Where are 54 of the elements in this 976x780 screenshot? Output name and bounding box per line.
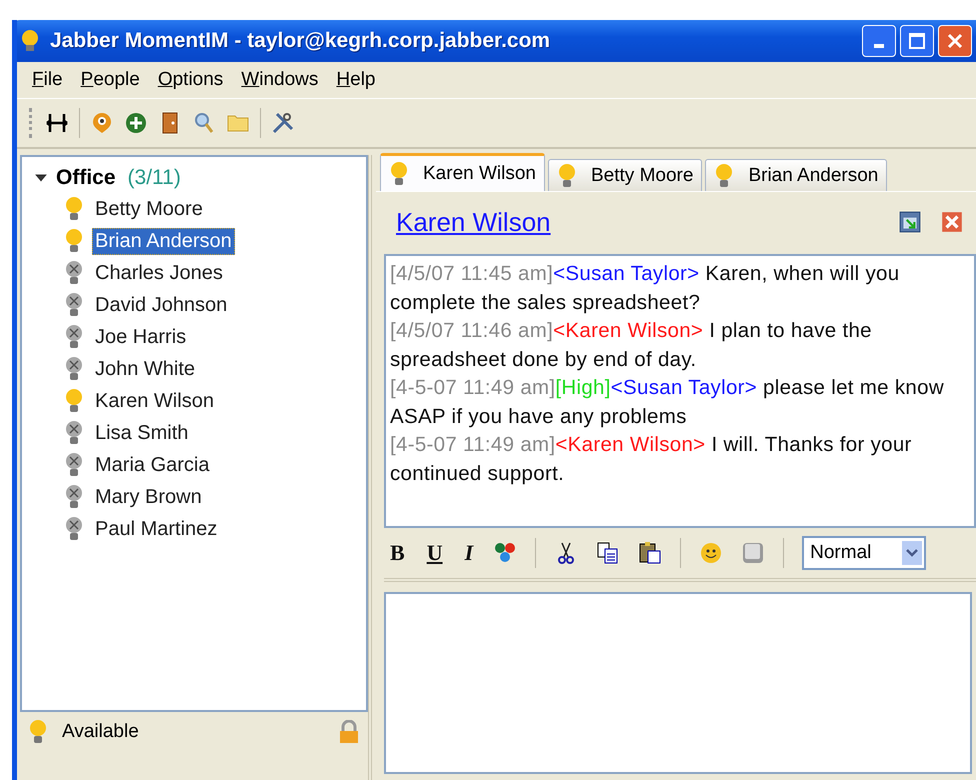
chat-message: [4/5/07 11:45 am]<Susan Taylor> Karen, when will you complete the sales spreadsheet? [390, 261, 900, 316]
menu-item[interactable]: Help [327, 69, 384, 91]
contact-item[interactable]: Mary Brown [92, 484, 205, 510]
copy-icon[interactable] [596, 541, 620, 565]
text-style-dropdown[interactable]: Normal [802, 536, 926, 570]
contact-item[interactable]: Karen Wilson [92, 388, 217, 414]
chat-tab[interactable]: Betty Moore [548, 159, 702, 191]
lightbulb-icon[interactable] [28, 719, 48, 745]
arrows-icon[interactable] [45, 111, 69, 135]
contact-item[interactable]: Lisa Smith [92, 420, 192, 446]
contact-item[interactable]: Charles Jones [92, 260, 226, 286]
eye-icon[interactable] [90, 111, 114, 135]
contact-item[interactable]: Joe Harris [92, 324, 190, 350]
paste-icon[interactable] [638, 541, 662, 565]
group-count: (3/11) [128, 166, 181, 190]
menu-item[interactable]: People [72, 69, 149, 91]
contact-item[interactable]: John White [92, 356, 198, 382]
minimize-icon [874, 44, 884, 48]
lightbulb-icon [389, 160, 409, 186]
lightbulb-icon [714, 162, 734, 188]
maximize-button[interactable] [900, 25, 934, 57]
close-icon[interactable] [940, 210, 964, 234]
chat-message: [4/5/07 11:46 am]<Karen Wilson> I plan to have the spreadsheet done by end of day. [390, 318, 873, 372]
menu-item[interactable]: Windows [232, 69, 328, 91]
close-button[interactable] [938, 25, 972, 57]
chat-tab[interactable]: Brian Anderson [705, 159, 888, 191]
smiley-icon[interactable] [699, 541, 724, 565]
chat-message: [4-5-07 11:49 am]<Karen Wilson> I will. Thanks for your continued support. [390, 432, 913, 486]
chat-tab[interactable]: Karen Wilson [380, 153, 545, 191]
italic-button[interactable]: I [462, 540, 476, 566]
maximize-icon [907, 31, 927, 51]
contact-item[interactable]: David Johnson [92, 292, 230, 318]
window-title: Jabber MomentIM - taylor@kegrh.corp.jabber.com [50, 29, 550, 53]
menu-item[interactable]: Options [148, 69, 232, 91]
minimize-button[interactable] [862, 25, 896, 57]
group-name: Office [56, 166, 116, 190]
bold-button[interactable]: B [388, 540, 407, 566]
chat-message: [4-5-07 11:49 am][High]<Susan Taylor> please let me know ASAP if you have any problems [390, 375, 945, 430]
contact-item[interactable]: Brian Anderson [92, 228, 235, 254]
contact-name-link[interactable]: Karen Wilson [396, 206, 551, 238]
add-icon[interactable] [124, 111, 148, 135]
contact-item[interactable]: Maria Garcia [92, 452, 212, 478]
tools-icon[interactable] [271, 111, 295, 135]
color-balls-icon[interactable] [493, 541, 518, 565]
lightbulb-icon [557, 162, 577, 188]
magnifier-icon[interactable] [192, 111, 216, 135]
contact-item[interactable]: Betty Moore [92, 196, 206, 222]
contact-item[interactable]: Paul Martinez [92, 516, 220, 542]
underline-button[interactable]: U [424, 540, 445, 566]
menu-item[interactable]: File [23, 69, 72, 91]
presence-status[interactable]: Available [62, 721, 139, 743]
close-icon [945, 31, 965, 51]
lightbulb-icon [20, 29, 40, 53]
message-input-field[interactable] [384, 592, 972, 774]
